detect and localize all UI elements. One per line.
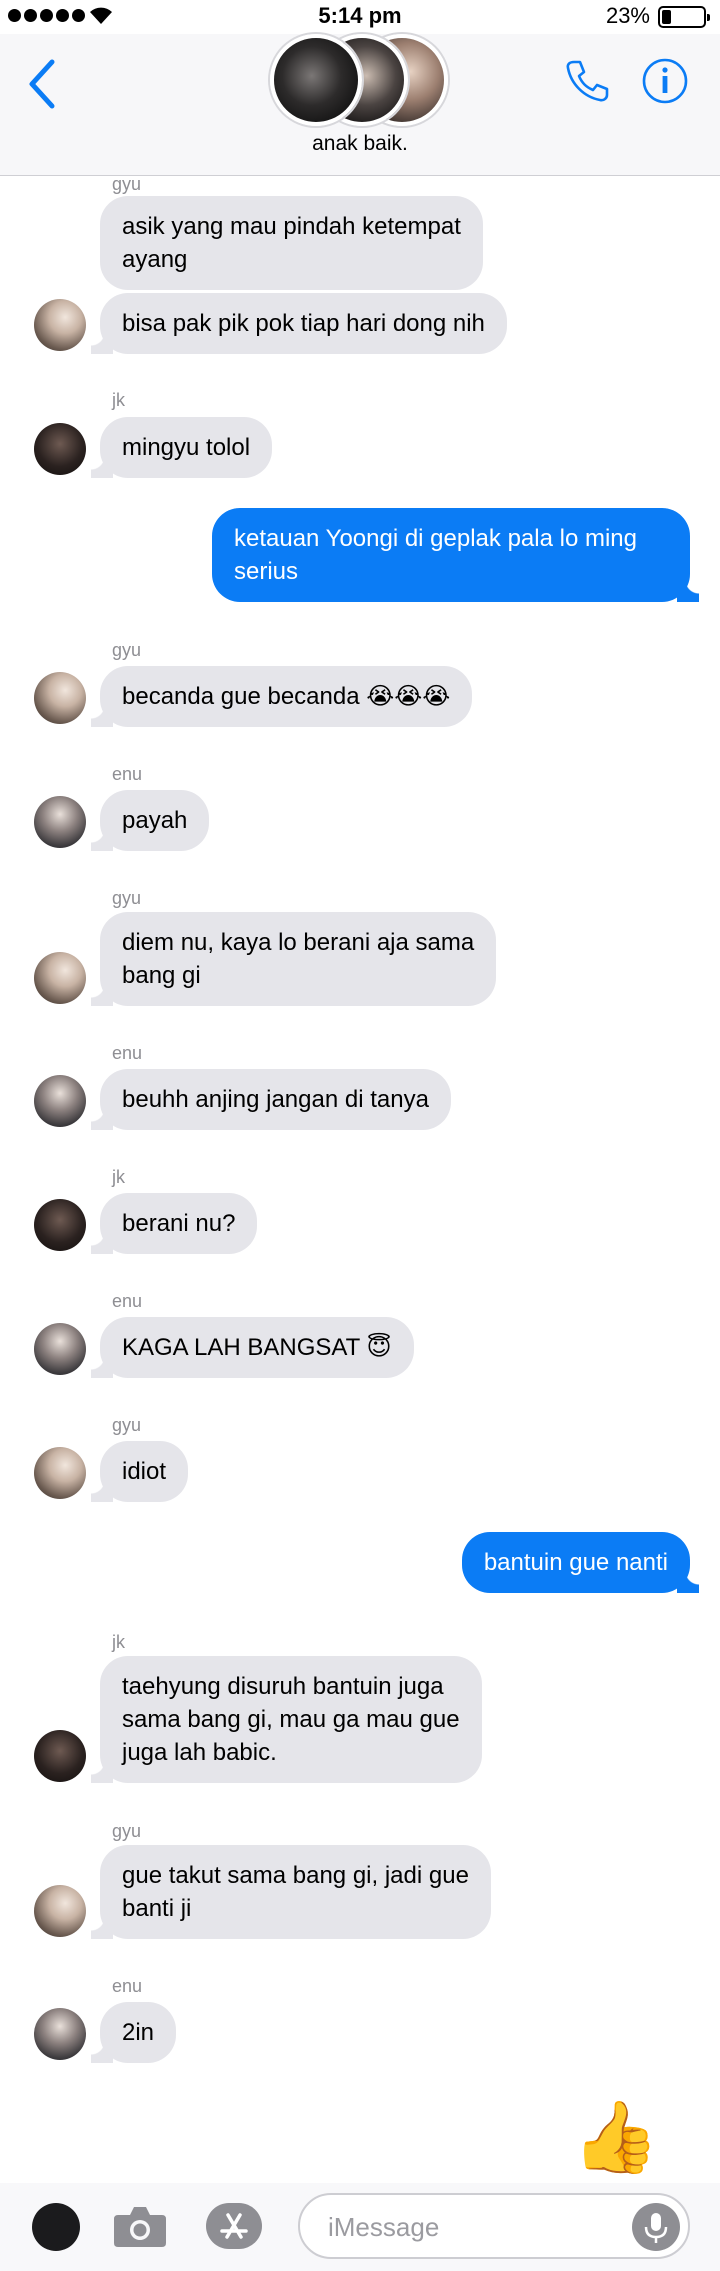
avatar[interactable]	[34, 1885, 86, 1937]
status-bar: 5:14 pm 23%	[0, 0, 720, 34]
chevron-left-icon[interactable]	[22, 54, 62, 114]
incoming-message-bubble[interactable]: gue takut sama bang gi, jadi gue banti j…	[91, 1845, 491, 1939]
avatar[interactable]	[34, 796, 86, 848]
digital-touch-button[interactable]	[32, 2203, 80, 2251]
avatar[interactable]	[34, 299, 86, 351]
incoming-message-bubble[interactable]: becanda gue becanda 😭😭😭	[90, 666, 473, 727]
message-line: serius	[234, 558, 299, 585]
message-line: ayang	[122, 246, 188, 273]
sender-label: gyu	[112, 1415, 142, 1435]
avatar[interactable]	[34, 1323, 86, 1375]
sender-label: enu	[112, 1976, 143, 1996]
sender-label: enu	[112, 1043, 143, 1063]
outgoing-message-bubble[interactable]: bantuin gue nanti	[461, 1532, 700, 1593]
avatar[interactable]	[34, 1447, 86, 1499]
message-line: diem nu, kaya lo berani aja sama	[122, 929, 475, 956]
group-avatar-stack[interactable]	[270, 34, 450, 126]
incoming-message-bubble[interactable]: KAGA LAH BANGSAT 😇	[91, 1317, 414, 1378]
sender-label: gyu	[112, 1821, 142, 1841]
message-line: gue takut sama bang gi, jadi gue	[122, 1862, 469, 1889]
sender-label: gyu	[112, 640, 142, 660]
message-line: banti ji	[122, 1895, 192, 1922]
battery-icon	[658, 6, 710, 28]
incoming-message-bubble[interactable]: mingyu tolol	[90, 417, 273, 478]
composer-bar	[0, 2183, 720, 2271]
sender-label: jk	[112, 390, 125, 410]
app-store-icon[interactable]	[204, 2201, 264, 2251]
message-input[interactable]	[328, 2207, 618, 2247]
info-icon[interactable]	[640, 56, 690, 106]
avatar[interactable]	[34, 1199, 86, 1251]
conversation-header: anak baik.	[0, 34, 720, 176]
incoming-message-bubble[interactable]: asik yang mau pindah ketempat ayang	[100, 196, 483, 290]
sender-label: jk	[112, 1167, 125, 1187]
sender-label: enu	[112, 1291, 143, 1311]
group-name[interactable]: anak baik.	[0, 132, 720, 156]
message-line: juga lah babic.	[122, 1739, 277, 1766]
message-line: sama bang gi, mau ga mau gue	[122, 1706, 460, 1733]
incoming-message-bubble[interactable]: beuhh anjing jangan di tanya	[91, 1069, 451, 1130]
incoming-message-bubble[interactable]: payah	[90, 790, 210, 851]
avatar[interactable]	[34, 672, 86, 724]
incoming-message-bubble[interactable]: diem nu, kaya lo berani aja sama bang gi	[90, 912, 497, 1006]
phone-icon[interactable]	[562, 56, 612, 106]
incoming-message-bubble[interactable]: idiot	[90, 1441, 189, 1502]
incoming-message-bubble[interactable]: berani nu?	[90, 1193, 258, 1254]
message-line: asik yang mau pindah ketempat	[122, 213, 461, 240]
sender-label: jk	[112, 1632, 125, 1652]
avatar[interactable]	[34, 423, 86, 475]
outgoing-message-bubble[interactable]: ketauan Yoongi di geplak pala lo ming se…	[212, 508, 699, 602]
avatar[interactable]	[34, 2008, 86, 2060]
incoming-message-bubble[interactable]: 2in	[90, 2002, 177, 2063]
avatar[interactable]	[34, 1075, 86, 1127]
sender-label: enu	[112, 764, 143, 784]
avatar[interactable]	[34, 1730, 86, 1782]
message-line: ketauan Yoongi di geplak pala lo ming	[234, 525, 637, 552]
message-input-field[interactable]	[298, 2193, 690, 2259]
sender-label: gyu	[112, 888, 142, 908]
battery-percentage: 23%	[605, 3, 650, 28]
avatar[interactable]	[34, 952, 86, 1004]
camera-icon[interactable]	[112, 2201, 168, 2251]
incoming-message-bubble[interactable]: taehyung disuruh bantuin juga sama bang …	[91, 1656, 482, 1783]
thumbs-up-sticker[interactable]: 👍	[572, 2102, 659, 2172]
microphone-icon[interactable]	[632, 2203, 680, 2251]
sender-label: gyu	[112, 174, 142, 194]
message-line: taehyung disuruh bantuin juga	[122, 1673, 444, 1700]
avatar	[270, 34, 362, 126]
message-line: bang gi	[122, 962, 201, 989]
incoming-message-bubble[interactable]: bisa pak pik pok tiap hari dong nih	[91, 293, 507, 354]
